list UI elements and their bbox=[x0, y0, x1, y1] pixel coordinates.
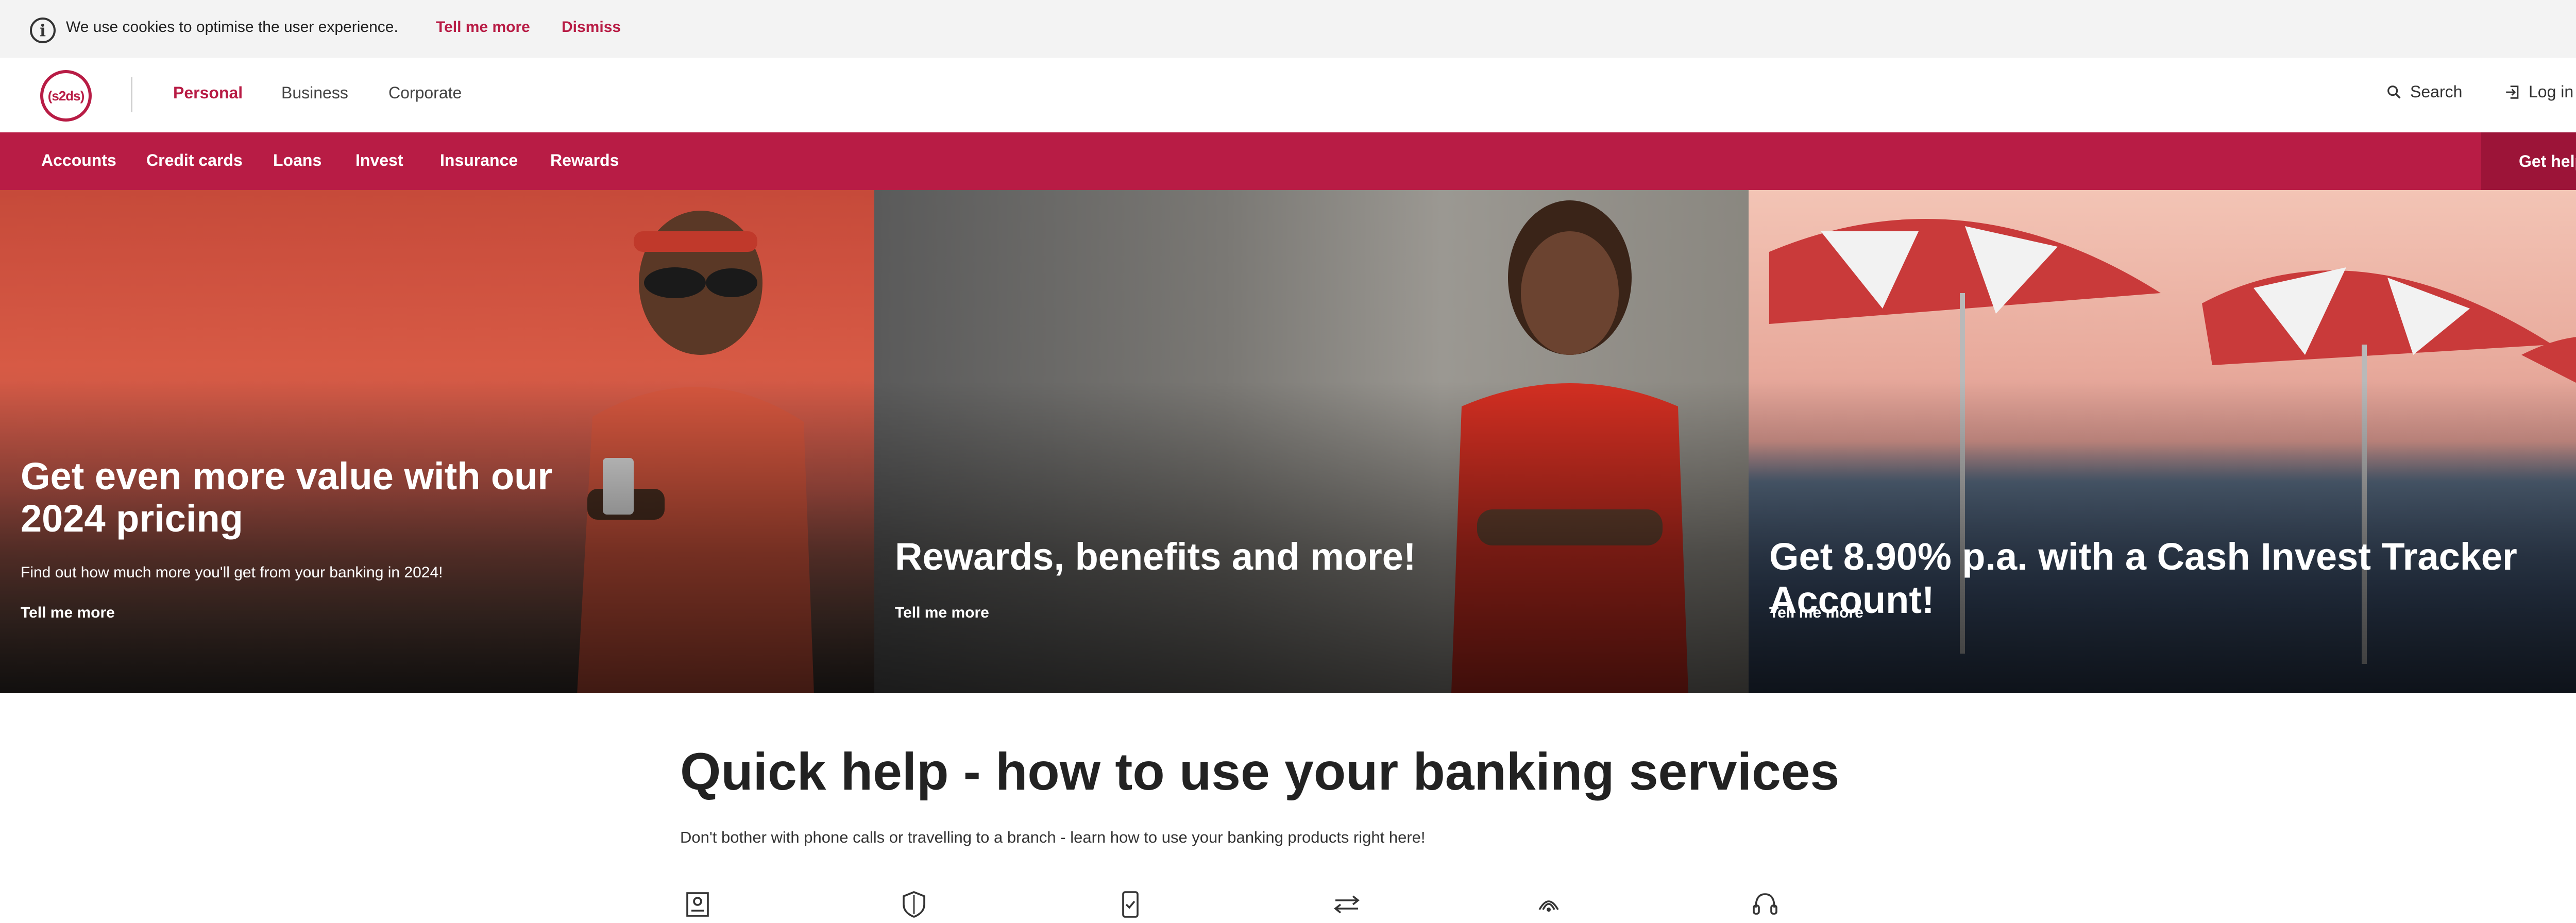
quick-help-title: Quick help - how to use your banking ser… bbox=[680, 742, 1840, 801]
hero-link-1[interactable]: Tell me more bbox=[21, 604, 115, 622]
search-button[interactable]: Search bbox=[2385, 82, 2462, 101]
nav-item-insurance[interactable]: Insurance bbox=[440, 151, 518, 170]
bank-logo[interactable]: (s2ds) bbox=[40, 70, 92, 122]
quick-help-subtitle: Don't bother with phone calls or travell… bbox=[680, 828, 1426, 846]
shield-icon[interactable] bbox=[899, 889, 929, 920]
login-label: Log in bbox=[2529, 82, 2574, 101]
transfer-arrows-icon[interactable] bbox=[1331, 889, 1362, 920]
header-divider bbox=[131, 77, 132, 112]
hero-subtitle-1: Find out how much more you'll get from y… bbox=[21, 564, 443, 581]
page: i We use cookies to optimise the user ex… bbox=[0, 0, 2576, 923]
headset-icon[interactable] bbox=[1750, 889, 1781, 920]
hero-title-1a: Get even more value with our bbox=[21, 455, 553, 498]
segment-business[interactable]: Business bbox=[281, 83, 348, 102]
nav-item-loans[interactable]: Loans bbox=[273, 151, 321, 170]
nav-item-accounts[interactable]: Accounts bbox=[41, 151, 116, 170]
nav-item-credit-cards[interactable]: Credit cards bbox=[146, 151, 243, 170]
site-header: (s2ds) Personal Business Corporate Searc… bbox=[0, 58, 2576, 132]
main-nav: Accounts Credit cards Loans Invest Insur… bbox=[0, 132, 2576, 190]
segment-corporate[interactable]: Corporate bbox=[388, 83, 462, 102]
hero-title-2: Rewards, benefits and more! bbox=[895, 535, 1416, 578]
logo-text: (s2ds) bbox=[47, 88, 85, 104]
info-icon: i bbox=[30, 18, 56, 43]
contactless-icon[interactable] bbox=[1533, 889, 1564, 920]
search-icon bbox=[2387, 85, 2401, 99]
hero-link-2[interactable]: Tell me more bbox=[895, 604, 989, 622]
hero-title-3: Get 8.90% p.a. with a Cash Invest Tracke… bbox=[1769, 535, 2517, 621]
hero-title-1b: 2024 pricing bbox=[21, 497, 243, 540]
login-button[interactable]: Log in bbox=[2504, 82, 2573, 101]
nav-item-rewards[interactable]: Rewards bbox=[550, 151, 619, 170]
search-label: Search bbox=[2410, 82, 2463, 101]
hero-card-invest[interactable]: Get 8.90% p.a. with a Cash Invest Tracke… bbox=[1749, 190, 2576, 693]
cookie-message: We use cookies to optimise the user expe… bbox=[66, 19, 398, 36]
hero-card-pricing[interactable]: Get even more value with our 2024 pricin… bbox=[0, 190, 874, 693]
cookie-dismiss-button[interactable]: Dismiss bbox=[562, 19, 621, 36]
get-help-button[interactable]: Get help bbox=[2481, 132, 2576, 190]
nav-item-invest[interactable]: Invest bbox=[355, 151, 403, 170]
hero-link-3[interactable]: Tell me more bbox=[1769, 604, 1863, 622]
login-icon bbox=[2506, 85, 2519, 99]
id-card-icon[interactable] bbox=[682, 889, 713, 920]
segment-personal[interactable]: Personal bbox=[173, 83, 243, 102]
cookie-tell-me-more-link[interactable]: Tell me more bbox=[436, 19, 530, 36]
hero-card-rewards[interactable]: Rewards, benefits and more! Tell me more bbox=[874, 190, 1749, 693]
mobile-check-icon[interactable] bbox=[1115, 889, 1146, 920]
cookie-banner: i We use cookies to optimise the user ex… bbox=[0, 0, 2576, 58]
